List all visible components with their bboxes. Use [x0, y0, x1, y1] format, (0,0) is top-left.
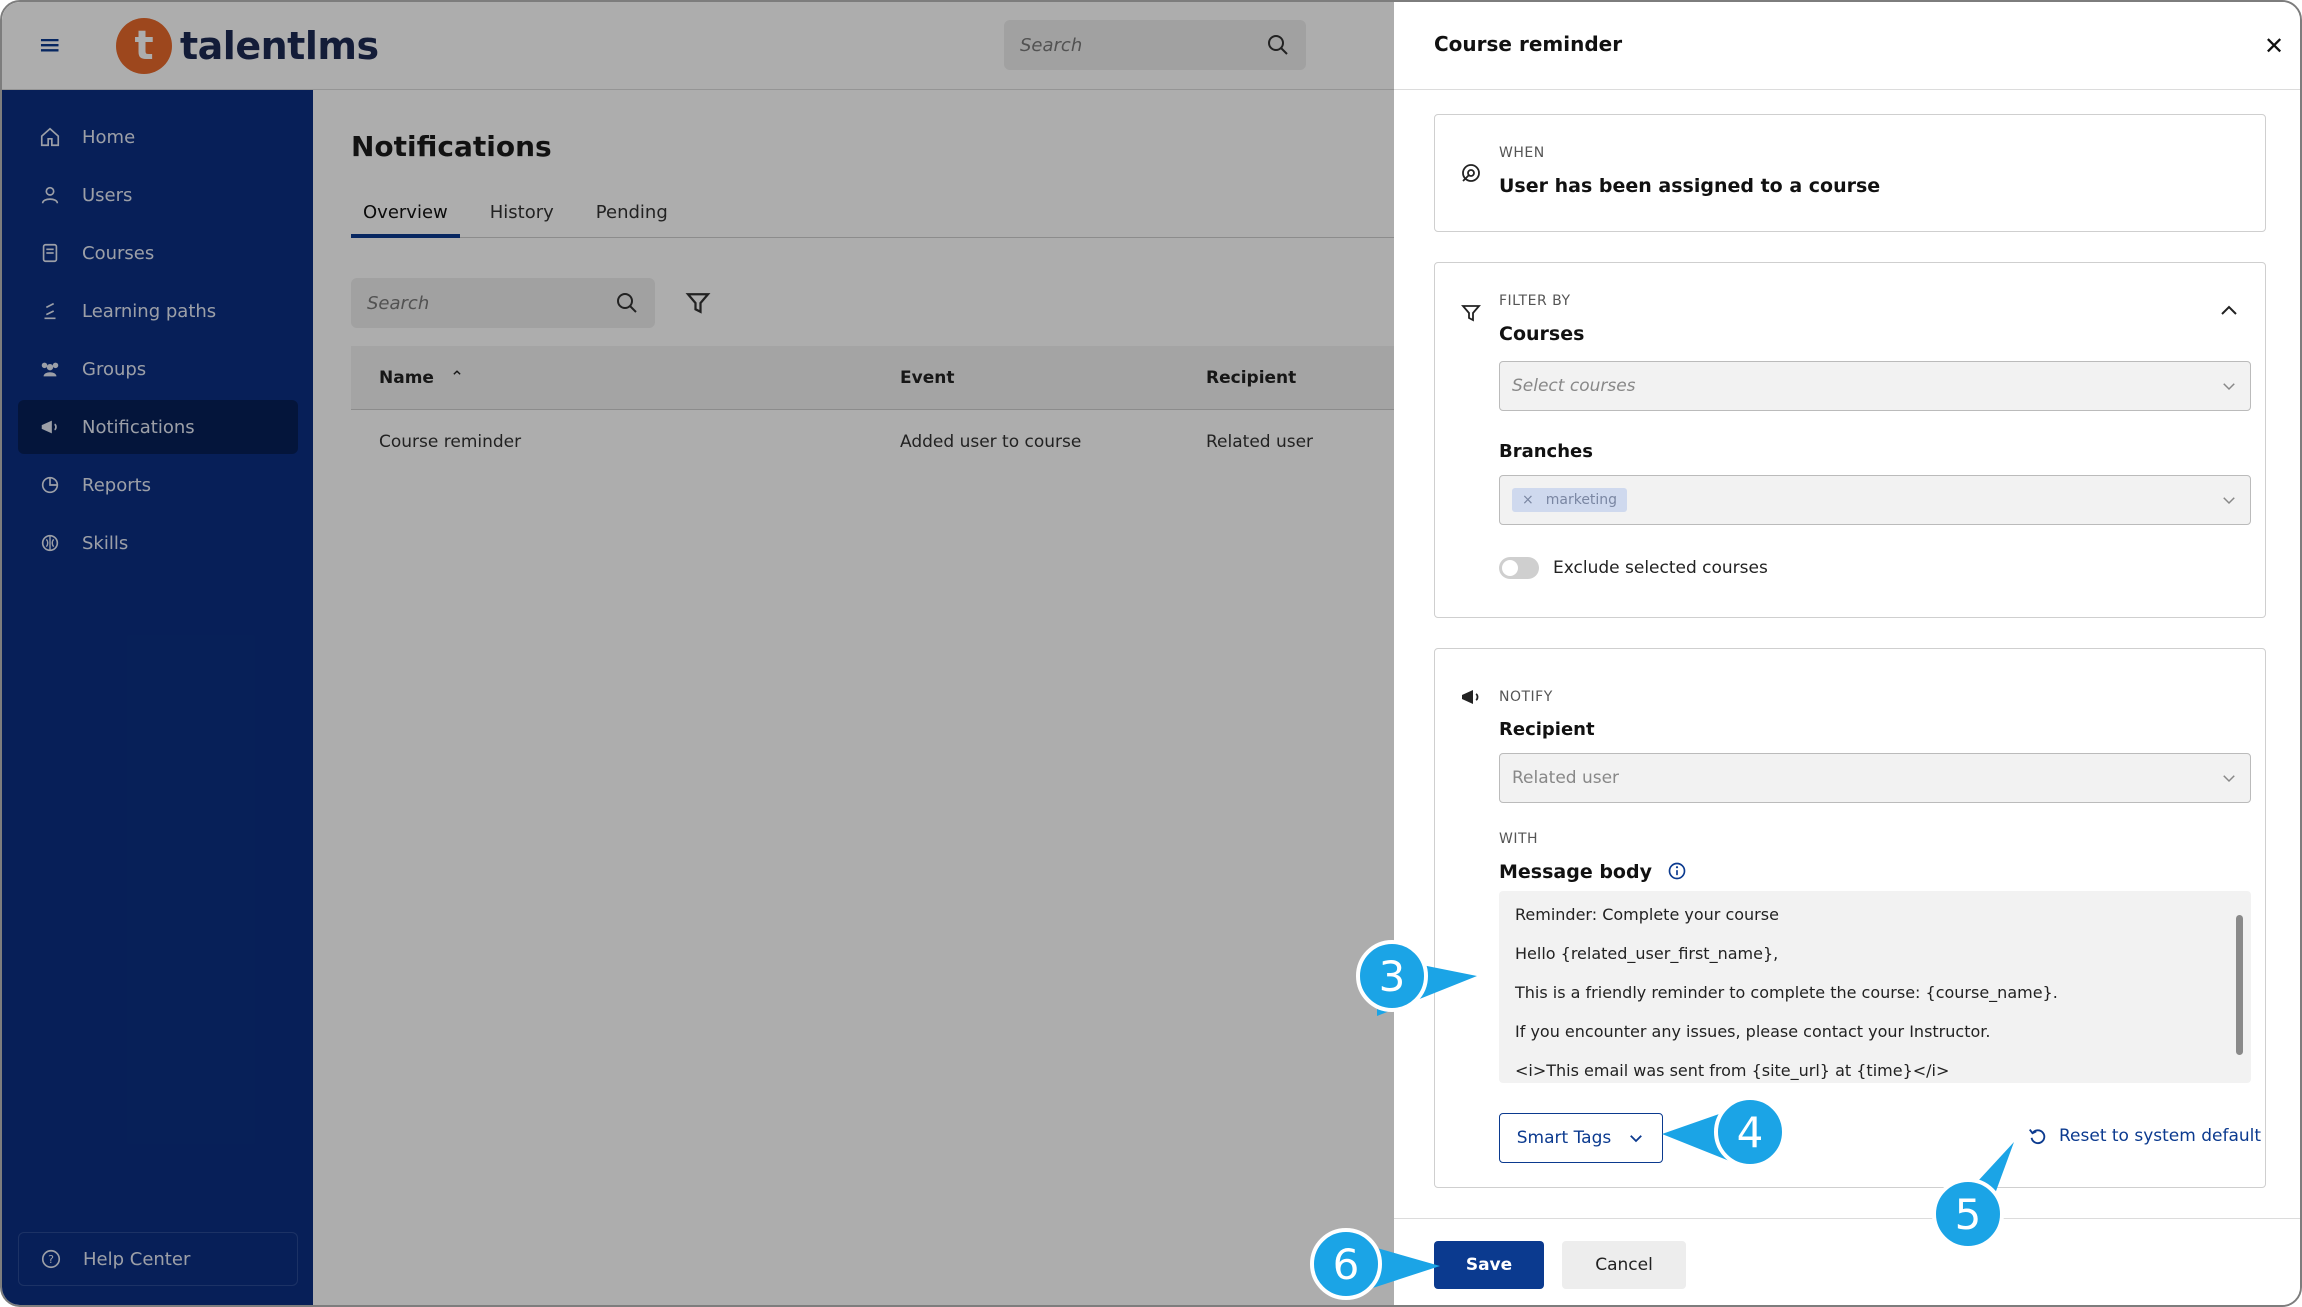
- message-body-label: Message body: [1499, 861, 1687, 883]
- callout-6: 6: [1310, 1228, 1382, 1300]
- callout-4: 4: [1714, 1096, 1786, 1168]
- smart-tags-label: Smart Tags: [1516, 1128, 1612, 1148]
- notify-card: NOTIFY Recipient Related user WITH Messa…: [1434, 648, 2266, 1188]
- reset-to-default-link[interactable]: Reset to system default: [2027, 1125, 2261, 1147]
- recipient-label: Recipient: [1499, 719, 1595, 740]
- drawer-header: Course reminder ✕: [1394, 2, 2300, 90]
- callout-3: 3: [1356, 940, 1428, 1012]
- branch-chip-label: marketing: [1545, 492, 1618, 508]
- message-body-editor[interactable]: Reminder: Complete your course Hello {re…: [1499, 891, 2251, 1083]
- exclude-courses-toggle[interactable]: [1499, 557, 1539, 579]
- course-reminder-drawer: Course reminder ✕ WHEN User has been ass…: [1394, 2, 2300, 1305]
- message-line: <i>This email was sent from {site_url} a…: [1515, 1061, 1950, 1080]
- drawer-title: Course reminder: [1434, 32, 1623, 56]
- cancel-button[interactable]: Cancel: [1562, 1241, 1686, 1289]
- message-line: Hello {related_user_first_name},: [1515, 944, 1779, 963]
- message-line: Reminder: Complete your course: [1515, 905, 1779, 924]
- message-line: If you encounter any issues, please cont…: [1515, 1022, 1991, 1041]
- courses-select[interactable]: Select courses: [1499, 361, 2251, 411]
- message-line: This is a friendly reminder to complete …: [1515, 983, 2058, 1002]
- reset-icon: [2029, 1129, 2046, 1145]
- when-value: User has been assigned to a course: [1499, 175, 1881, 197]
- chevron-down-icon: [1630, 1135, 1643, 1143]
- drawer-footer: Save Cancel: [1394, 1218, 2300, 1305]
- app-window: ≡ t talentlms Search Home Users Courses …: [0, 0, 2302, 1307]
- editor-scrollbar[interactable]: [2236, 915, 2243, 1055]
- modal-overlay[interactable]: [2, 2, 1394, 1305]
- save-button[interactable]: Save: [1434, 1241, 1544, 1289]
- filter-eyebrow: FILTER BY: [1499, 293, 1571, 309]
- filter-icon: [1461, 305, 1481, 322]
- trigger-icon: [1462, 164, 1480, 182]
- chevron-up-icon[interactable]: [2217, 299, 2241, 323]
- branch-chip[interactable]: × marketing: [1512, 488, 1628, 512]
- notify-eyebrow: NOTIFY: [1499, 689, 1553, 705]
- megaphone-icon: [1462, 690, 1479, 704]
- branches-label: Branches: [1499, 441, 1593, 462]
- with-eyebrow: WITH: [1499, 831, 1539, 847]
- chevron-down-icon: [2223, 383, 2235, 391]
- chevron-down-icon: [2223, 497, 2235, 505]
- filter-card: FILTER BY Courses Select courses Branche…: [1434, 262, 2266, 618]
- callout-5: 5: [1932, 1178, 2004, 1250]
- info-icon[interactable]: [1667, 861, 1687, 881]
- smart-tags-button[interactable]: Smart Tags: [1499, 1113, 1663, 1163]
- courses-label: Courses: [1499, 323, 1585, 345]
- when-eyebrow: WHEN: [1499, 145, 1545, 161]
- courses-placeholder: Select courses: [1512, 376, 1636, 396]
- exclude-courses-label: Exclude selected courses: [1553, 558, 1768, 578]
- when-card: WHEN User has been assigned to a course: [1434, 114, 2266, 232]
- recipient-value: Related user: [1512, 768, 1620, 788]
- branches-select[interactable]: × marketing: [1499, 475, 2251, 525]
- chevron-down-icon: [2223, 775, 2235, 783]
- reset-label: Reset to system default: [2059, 1126, 2262, 1146]
- chip-remove-icon[interactable]: ×: [1522, 492, 1534, 508]
- recipient-select[interactable]: Related user: [1499, 753, 2251, 803]
- close-icon[interactable]: ✕: [2262, 34, 2286, 58]
